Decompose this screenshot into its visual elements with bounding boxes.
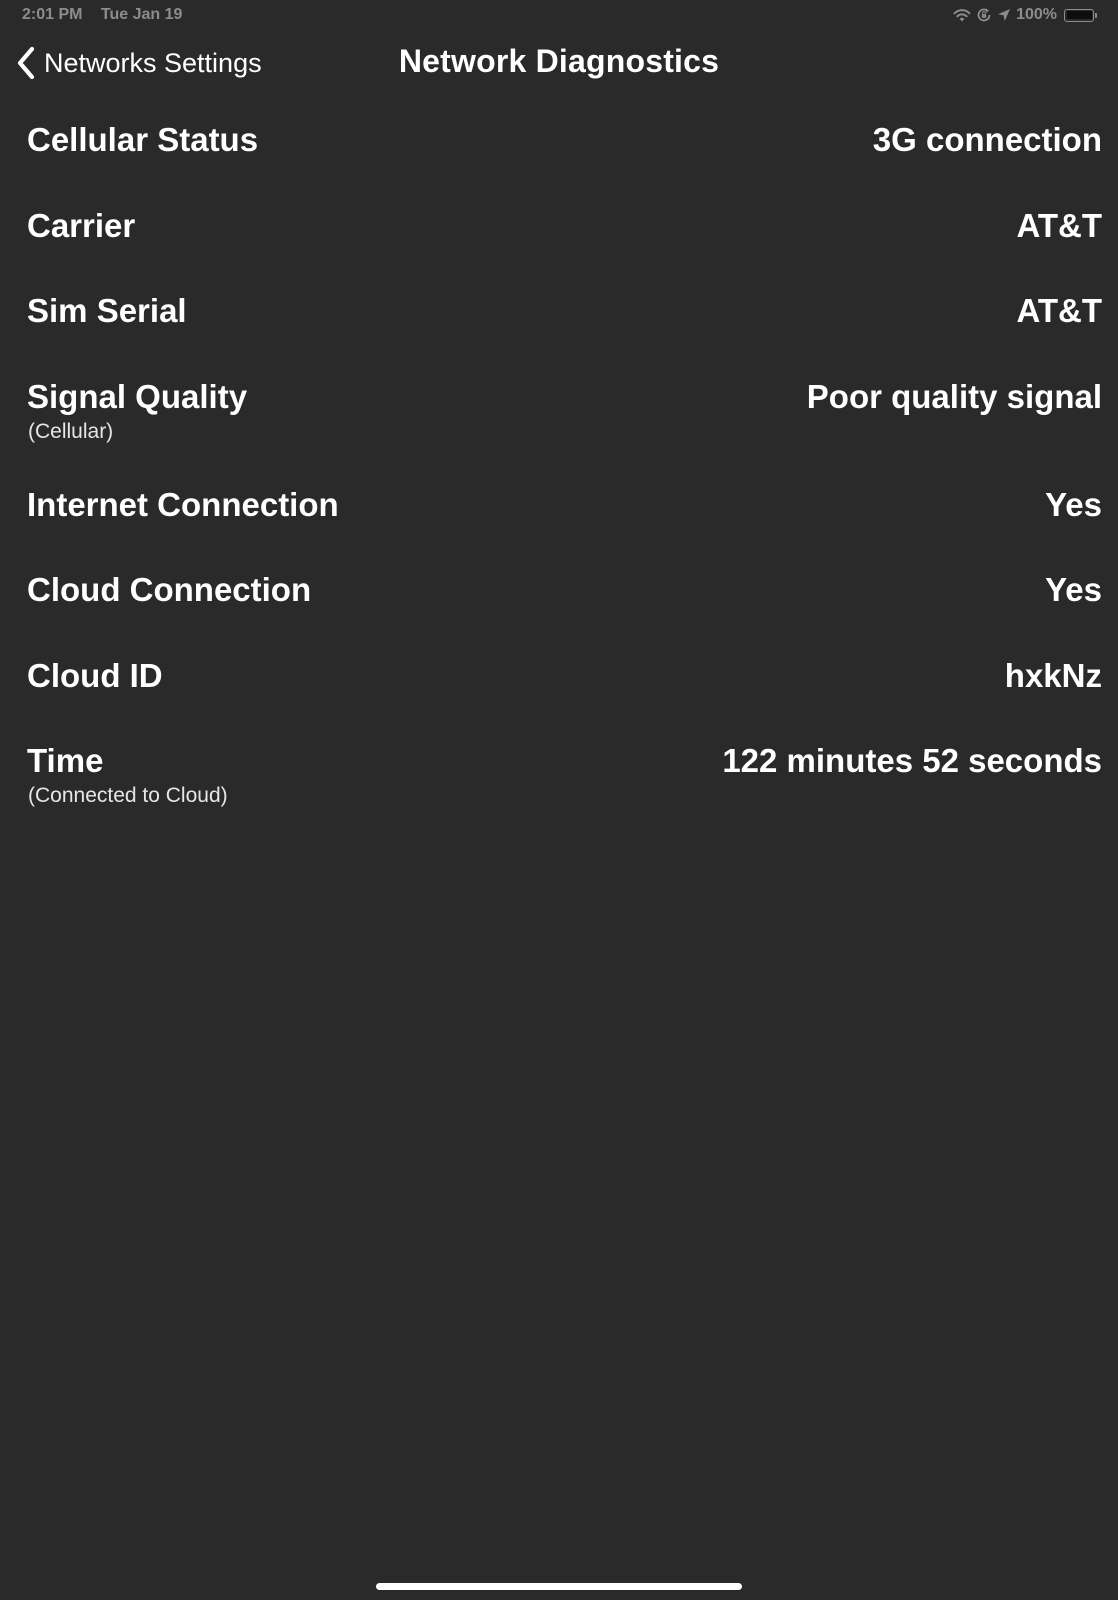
row-value: hxkNz: [1004, 656, 1102, 694]
row-label: Cloud ID: [27, 656, 163, 694]
location-arrow-icon: [998, 9, 1011, 21]
row-value: AT&T: [1016, 206, 1102, 244]
row-value: 122 minutes 52 seconds: [722, 742, 1102, 779]
status-left: 2:01 PM Tue Jan 19: [22, 6, 196, 24]
status-bar: 2:01 PM Tue Jan 19 100%: [0, 0, 1118, 32]
diagnostic-row: Cloud Connection Yes: [0, 550, 1118, 636]
page-title: Network Diagnostics: [398, 43, 720, 79]
row-label: Carrier: [27, 206, 136, 244]
diagnostic-row: Carrier AT&T: [0, 186, 1118, 272]
diagnostic-row: Cellular Status 3G connection: [0, 100, 1118, 186]
diagnostics-list: Cellular Status 3G connection Carrier AT&T S…: [0, 100, 1118, 829]
row-label: Time: [27, 742, 104, 779]
status-time: 2:01 PM: [22, 6, 83, 23]
diagnostic-row: Sim Serial AT&T: [0, 271, 1118, 357]
row-value: AT&T: [1016, 292, 1102, 329]
diagnostic-row: Time (Connected to Cloud) 122 minutes 52 s…: [0, 721, 1118, 829]
diagnostic-row: Cloud ID hxkNz: [0, 636, 1118, 722]
status-date: Tue Jan 19: [100, 6, 183, 23]
row-value: 3G connection: [872, 121, 1102, 158]
battery-icon: [1064, 8, 1097, 22]
diagnostic-row: Signal Quality (Cellular) Poor quality sig…: [0, 357, 1118, 465]
row-label: Sim Serial: [27, 292, 187, 329]
row-sublabel: (Connected to Cloud): [28, 784, 228, 807]
row-value: Yes: [1045, 485, 1102, 523]
status-right: 100%: [953, 6, 1097, 24]
row-label: Cellular Status: [27, 121, 259, 158]
row-value: Poor quality signal: [806, 377, 1102, 415]
row-label: Cloud Connection: [27, 571, 312, 608]
home-indicator[interactable]: [376, 1583, 742, 1590]
wifi-icon: [953, 9, 971, 22]
row-label: Internet Connection: [27, 485, 339, 523]
navigation-bar: Networks Settings Network Diagnostics: [0, 36, 1118, 96]
row-value: Yes: [1045, 571, 1102, 608]
battery-percent: 100%: [1016, 6, 1057, 23]
battery-level: [1066, 11, 1092, 19]
row-label: Signal Quality: [27, 377, 248, 415]
diagnostic-row: Internet Connection Yes: [0, 465, 1118, 551]
row-sublabel: (Cellular): [28, 419, 114, 443]
screen-lock-rotation-icon: [977, 8, 991, 22]
